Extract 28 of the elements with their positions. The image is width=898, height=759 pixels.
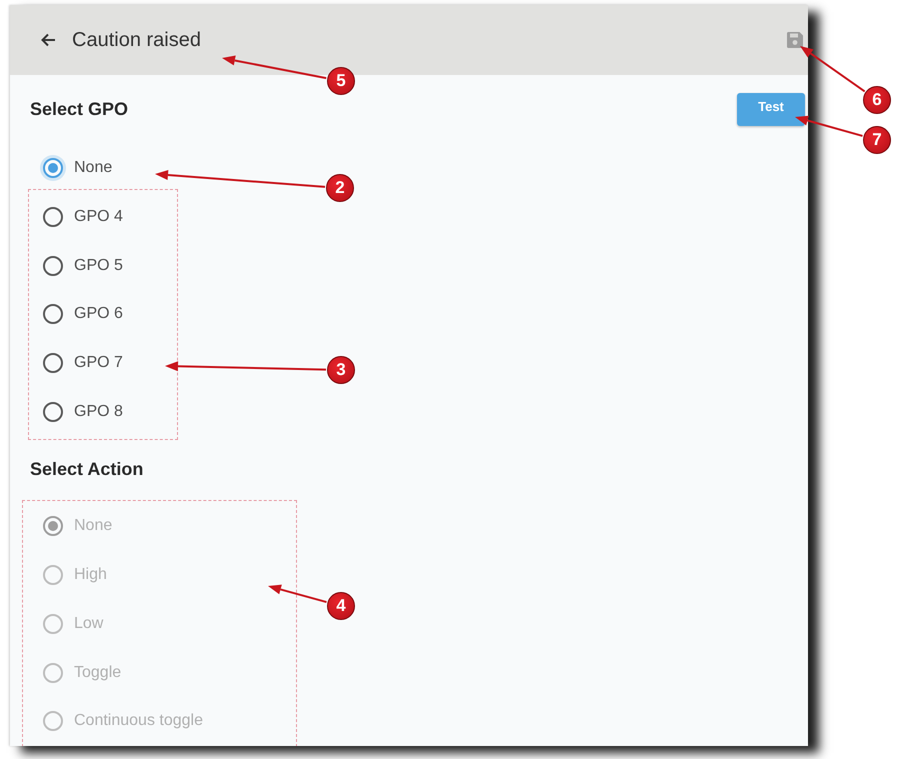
option-label: GPO 7 [74,354,123,372]
radio-button[interactable] [43,304,63,324]
option-label: GPO 4 [74,208,123,226]
back-arrow-icon[interactable] [40,33,56,47]
radio-button[interactable] [43,402,63,422]
callout-badge: 7 [863,126,891,154]
option-label: Toggle [74,664,122,682]
radio-button[interactable] [43,207,63,228]
option-label: None [74,159,112,178]
save-icon[interactable] [787,32,803,48]
callout-arrow [800,46,866,92]
option-label: None [74,517,112,536]
page-title: Caution raised [72,28,201,52]
callout-badge: 6 [863,86,891,114]
option-label: GPO 8 [74,402,123,421]
option-label: High [74,566,107,584]
radio-button[interactable] [43,256,63,276]
option-label: GPO 5 [74,256,123,275]
option-label: GPO 6 [74,305,123,324]
option-label: Low [74,614,104,633]
test-button[interactable]: Test [737,93,805,126]
section-heading: Select Action [30,459,144,480]
callout-arrow [268,584,327,603]
callout-arrow [795,116,863,137]
radio-button[interactable] [43,158,63,178]
option-label: Continuous toggle [74,712,203,730]
radio-button[interactable] [43,353,63,374]
section-heading: Select GPO [30,99,128,120]
